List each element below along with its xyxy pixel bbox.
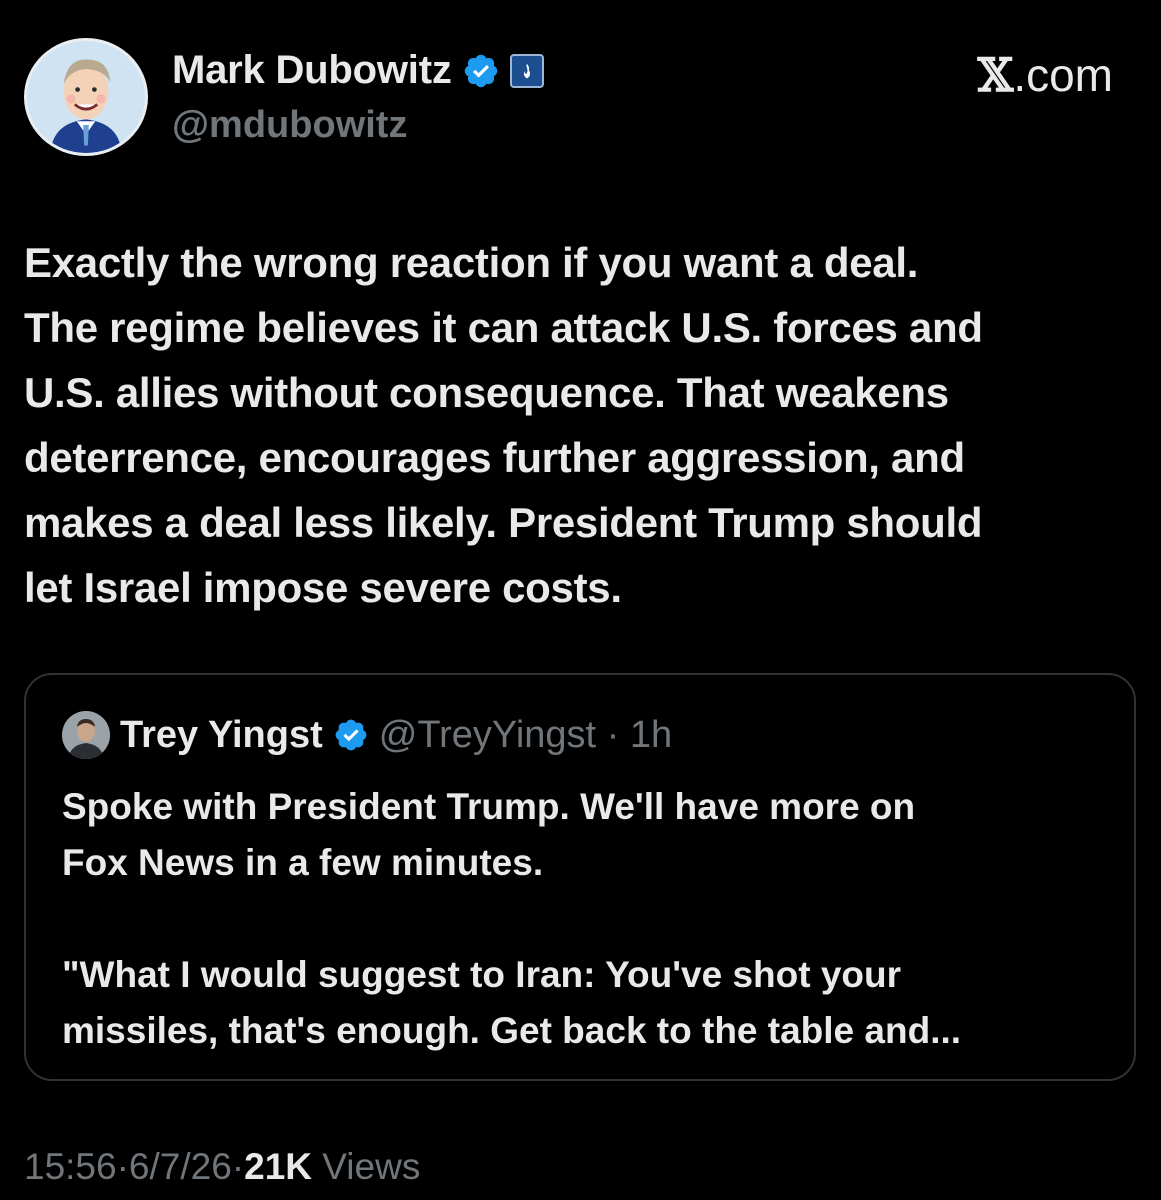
author-avatar[interactable] [24,38,148,156]
views-count[interactable]: 21K [244,1146,312,1188]
quoted-post-text: Spoke with President Trump. We'll have m… [62,786,962,1051]
quoted-author-name[interactable]: Trey Yingst [120,714,323,757]
quoted-author-avatar[interactable] [62,711,110,759]
views-label: Views [312,1146,421,1187]
quoted-post-time[interactable]: 1h [630,714,672,756]
post-date[interactable]: 6/7/26 [129,1146,232,1188]
author-name-row: Mark Dubowitz [172,48,544,93]
photo-portrait-icon [62,711,110,759]
verified-badge-icon[interactable] [462,52,500,90]
flame-badge-icon[interactable] [509,53,544,88]
x-logo-icon: 𝕏 [977,48,1014,102]
post-header: Mark Dubowitz @mdubowitz 𝕏 .com [24,38,1137,162]
post-body-text: Exactly the wrong reaction if you want a… [24,239,983,611]
verified-badge-icon [335,719,367,751]
x-brand-watermark: 𝕏 .com [978,48,1113,102]
author-handle[interactable]: @mdubowitz [172,104,407,147]
post-time[interactable]: 15:56 [24,1146,117,1188]
cartoon-portrait-icon [30,41,142,153]
quoted-post-card[interactable]: Trey Yingst @TreyYingst · 1h Spoke with … [24,673,1136,1081]
brand-domain-label: .com [1013,49,1113,101]
meta-separator: · [596,713,630,756]
quoted-author-handle[interactable]: @TreyYingst [379,714,596,756]
author-display-name[interactable]: Mark Dubowitz [172,48,452,93]
quoted-author-meta: @TreyYingst · 1h [379,714,672,757]
footer-separator: · [116,1146,129,1187]
post-footer-meta: 15:56 · 6/7/26 · 21K Views [24,1146,420,1188]
footer-separator: · [231,1146,245,1187]
quoted-post-header: Trey Yingst @TreyYingst · 1h [62,711,672,759]
